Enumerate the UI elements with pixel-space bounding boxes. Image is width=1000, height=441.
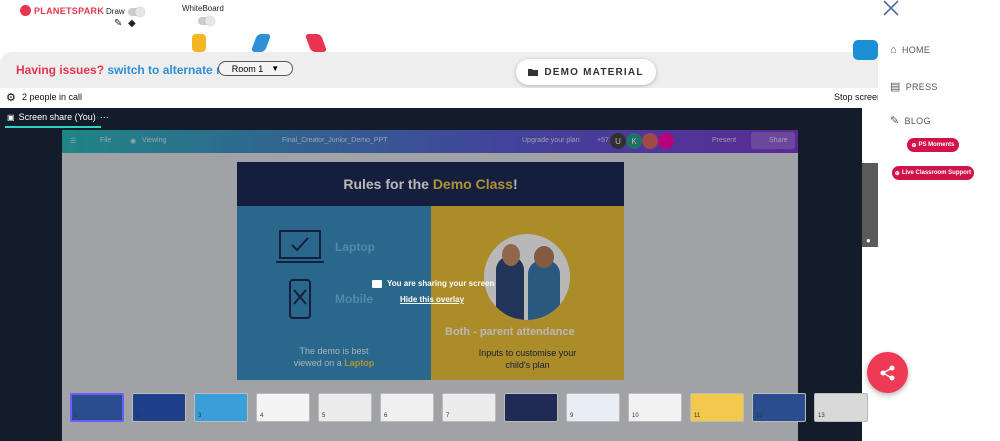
screen-share-notice-icon: [372, 279, 382, 288]
ps-moments-label: PS Moments: [918, 142, 955, 148]
slide-thumbnail[interactable]: [70, 393, 124, 422]
chevron-down-icon: ▼: [271, 64, 280, 73]
logo-text: PLANETSPARK: [34, 5, 105, 16]
slide-thumbnail[interactable]: [504, 393, 558, 422]
hide-overlay-link[interactable]: Hide this overlay: [400, 295, 464, 304]
slide-thumbnail-number: 10: [632, 413, 639, 419]
slide-thumbnail-number: 11: [694, 413, 701, 419]
nav-home[interactable]: ⌂ HOME: [890, 44, 930, 56]
gear-icon[interactable]: ⚙: [6, 91, 16, 104]
microphone-icon[interactable]: ●: [866, 236, 871, 245]
more-options-icon[interactable]: ···: [100, 112, 109, 122]
live-support-button[interactable]: ⊕ Live Classroom Support: [892, 166, 974, 180]
slide-thumbnail[interactable]: [194, 393, 248, 422]
pencil-icon[interactable]: ✎: [114, 18, 122, 29]
slide-thumbnail[interactable]: [132, 393, 186, 422]
decorative-arc-blue: [250, 34, 272, 52]
slide-thumbnail-number: 13: [818, 413, 825, 419]
issues-message: Having issues? switch to alternate room: [16, 63, 246, 77]
people-in-call: 2 people in call: [22, 92, 83, 102]
issues-question: Having issues?: [16, 63, 105, 77]
stop-screen-button[interactable]: Stop screen: [834, 92, 882, 102]
slide-thumbnail-number: 2: [136, 413, 140, 419]
decorative-arc-yellow: [192, 34, 206, 52]
slide-thumbnail[interactable]: [318, 393, 372, 422]
screen-share-tab[interactable]: ▣ Screen share (You) ···: [7, 112, 109, 122]
pencil-icon: ✎: [890, 115, 900, 127]
room-select[interactable]: Room 1 ▼: [218, 61, 293, 76]
demo-material-button[interactable]: DEMO MATERIAL: [516, 59, 656, 85]
folder-icon: [528, 69, 539, 76]
slide-thumbnail-number: 4: [260, 413, 264, 419]
slide-thumbnail[interactable]: [380, 393, 434, 422]
participant-video[interactable]: [862, 163, 878, 247]
nav-press[interactable]: ▤ PRESS: [890, 80, 938, 93]
sharing-notice-text: You are sharing your screen: [387, 279, 495, 288]
whiteboard-toggle[interactable]: [198, 16, 215, 26]
draw-toggle[interactable]: [128, 7, 145, 17]
newspaper-icon: ▤: [890, 81, 901, 93]
slide-thumbnail-number: 3: [198, 413, 202, 419]
draw-label: Draw: [106, 7, 125, 16]
share-icon: [880, 365, 894, 380]
ps-moments-button[interactable]: ⊕ PS Moments: [907, 138, 959, 152]
nav-press-label: PRESS: [905, 81, 938, 92]
nav-home-label: HOME: [901, 45, 931, 55]
plus-icon: ⊕: [894, 170, 900, 177]
nav-blog-label: BLOG: [904, 115, 931, 126]
share-fab-button[interactable]: [867, 352, 908, 393]
slide-thumbnail-number: 9: [570, 413, 574, 419]
slide-thumbnail-number: 1: [74, 413, 78, 419]
slide-thumbnail[interactable]: [442, 393, 496, 422]
demo-material-label: DEMO MATERIAL: [544, 66, 644, 78]
eraser-icon[interactable]: ◆: [128, 18, 136, 29]
plus-icon: ⊕: [911, 142, 917, 149]
slide-thumbnail-number: 12: [756, 413, 763, 419]
slide-thumbnail-number: 5: [322, 413, 326, 419]
screen-share-tab-label: Screen share (You): [18, 112, 96, 122]
sharing-notice: You are sharing your screen: [372, 279, 494, 288]
slide-thumbnail[interactable]: [256, 393, 310, 422]
slide-thumbnail-number: 7: [446, 413, 450, 419]
home-icon: ⌂: [890, 44, 897, 56]
live-support-label: Live Classroom Support: [901, 170, 972, 176]
slide-thumbnail[interactable]: [566, 393, 620, 422]
decorative-arc-red: [304, 34, 328, 52]
slide-thumbnail-number: 8: [508, 413, 512, 419]
slide-thumbnail-number: 6: [384, 413, 388, 419]
screen-share-icon: ▣: [7, 112, 15, 122]
planetspark-logo[interactable]: PLANETSPARK: [20, 5, 104, 16]
room-select-value: Room 1: [231, 63, 264, 74]
chat-chip[interactable]: [853, 40, 878, 60]
logo-mark-icon: [20, 5, 31, 16]
whiteboard-label: WhiteBoard: [182, 4, 224, 13]
close-icon[interactable]: [882, 0, 900, 16]
nav-blog[interactable]: ✎ BLOG: [890, 114, 931, 127]
tab-underline: [5, 126, 101, 128]
call-bar: [0, 88, 878, 108]
